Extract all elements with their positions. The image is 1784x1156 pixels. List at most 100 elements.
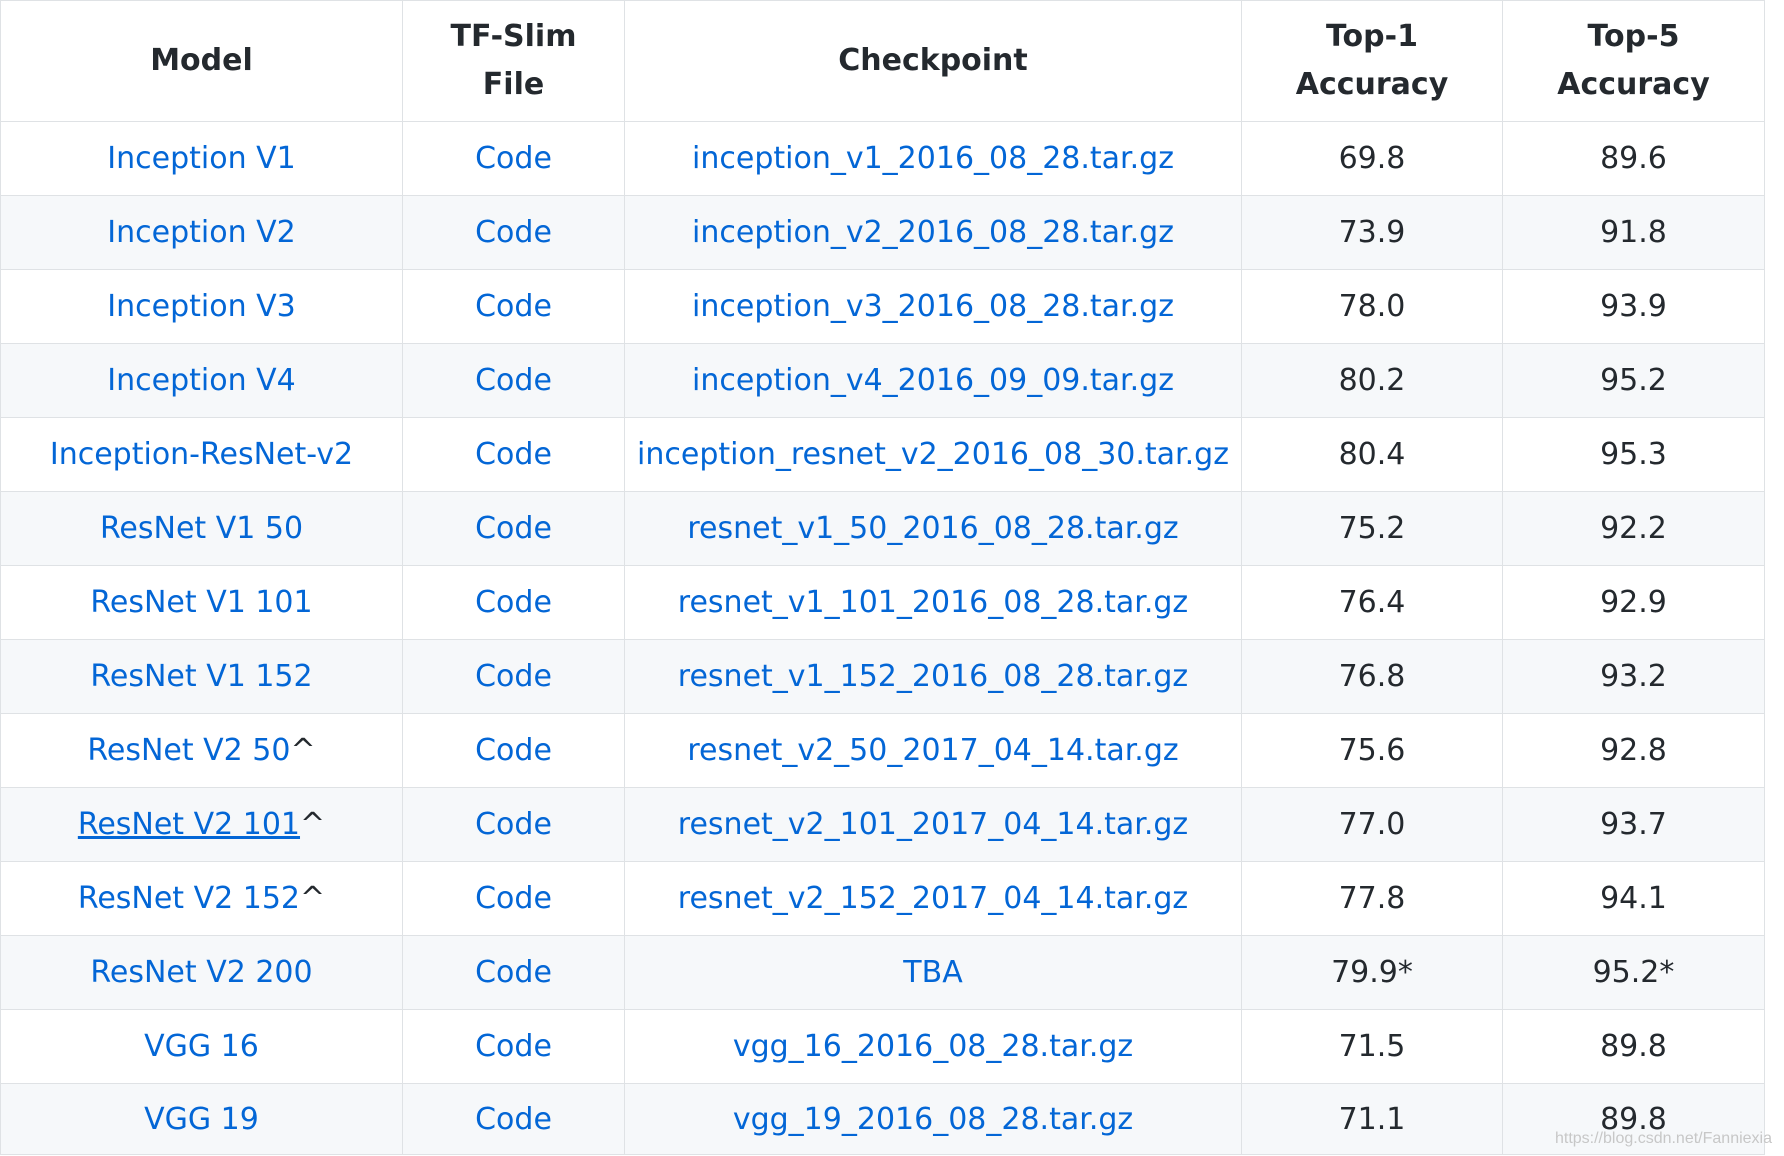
model-footnote-mark: ^: [300, 881, 326, 916]
table-row: VGG 19 Code vgg_19_2016_08_28.tar.gz 71.1 89…: [0, 1083, 1765, 1155]
model-link[interactable]: ResNet V1 101: [90, 585, 312, 620]
model-link[interactable]: ResNet V1 50: [100, 511, 303, 546]
table-row: Inception V3 Code inception_v3_2016_08_28.…: [0, 269, 1765, 344]
model-link[interactable]: ResNet V2 200: [90, 955, 312, 990]
checkpoint-link[interactable]: resnet_v1_50_2016_08_28.tar.gz: [687, 511, 1178, 546]
model-cell: Inception V3: [0, 269, 403, 344]
model-cell: ResNet V1 152: [0, 639, 403, 714]
checkpoint-link[interactable]: inception_v1_2016_08_28.tar.gz: [692, 141, 1174, 176]
code-link[interactable]: Code: [475, 1102, 552, 1137]
code-cell: Code: [402, 121, 625, 196]
code-link[interactable]: Code: [475, 215, 552, 250]
top5-accuracy-cell: 89.8: [1502, 1009, 1765, 1084]
model-cell: ResNet V2 200: [0, 935, 403, 1010]
table-row: Inception V2 Code inception_v2_2016_08_28.…: [0, 195, 1765, 270]
checkpoint-link[interactable]: resnet_v2_50_2017_04_14.tar.gz: [687, 733, 1178, 768]
checkpoint-link[interactable]: resnet_v1_152_2016_08_28.tar.gz: [678, 659, 1188, 694]
top1-accuracy-cell: 75.6: [1241, 713, 1503, 788]
model-cell: Inception V4: [0, 343, 403, 418]
watermark: https://blog.csdn.net/Fanniexia: [1554, 1130, 1772, 1147]
code-link[interactable]: Code: [475, 289, 552, 324]
model-link[interactable]: Inception V1: [107, 141, 295, 176]
top1-accuracy-cell: 71.5: [1241, 1009, 1503, 1084]
model-link[interactable]: VGG 19: [144, 1102, 259, 1137]
top5-accuracy-cell: 91.8: [1502, 195, 1765, 270]
header-top1-accuracy: Top-1 Accuracy: [1241, 0, 1503, 122]
code-cell: Code: [402, 787, 625, 862]
model-footnote-mark: ^: [290, 733, 316, 768]
code-link[interactable]: Code: [475, 363, 552, 398]
header-tfslim-file: TF-Slim File: [402, 0, 625, 122]
code-link[interactable]: Code: [475, 807, 552, 842]
table-row: ResNet V1 152 Code resnet_v1_152_2016_08_2…: [0, 639, 1765, 714]
checkpoint-link[interactable]: resnet_v2_101_2017_04_14.tar.gz: [678, 807, 1188, 842]
top5-accuracy-cell: 92.8: [1502, 713, 1765, 788]
top1-accuracy-cell: 76.8: [1241, 639, 1503, 714]
model-link[interactable]: ResNet V2 50: [87, 733, 290, 768]
top5-accuracy-cell: 92.9: [1502, 565, 1765, 640]
table-row: ResNet V2 152^ Code resnet_v2_152_2017_04_…: [0, 861, 1765, 936]
model-cell: ResNet V1 50: [0, 491, 403, 566]
checkpoint-link[interactable]: inception_v2_2016_08_28.tar.gz: [692, 215, 1174, 250]
model-cell: VGG 16: [0, 1009, 403, 1084]
top5-accuracy-cell: 95.2*: [1502, 935, 1765, 1010]
models-table: Model TF-Slim File Checkpoint Top-1 Accu…: [0, 0, 1765, 1155]
code-link[interactable]: Code: [475, 141, 552, 176]
code-cell: Code: [402, 639, 625, 714]
checkpoint-link[interactable]: resnet_v2_152_2017_04_14.tar.gz: [678, 881, 1188, 916]
code-cell: Code: [402, 935, 625, 1010]
model-link[interactable]: VGG 16: [144, 1029, 259, 1064]
header-top5-line-2: Accuracy: [1557, 67, 1710, 102]
top5-accuracy-cell: 93.9: [1502, 269, 1765, 344]
checkpoint-link[interactable]: vgg_19_2016_08_28.tar.gz: [733, 1102, 1133, 1137]
model-cell: ResNet V1 101: [0, 565, 403, 640]
code-cell: Code: [402, 861, 625, 936]
code-link[interactable]: Code: [475, 437, 552, 472]
model-cell: Inception-ResNet-v2: [0, 417, 403, 492]
top5-accuracy-cell: 95.3: [1502, 417, 1765, 492]
model-link[interactable]: Inception V4: [107, 363, 295, 398]
code-link[interactable]: Code: [475, 511, 552, 546]
header-top1-line-2: Accuracy: [1295, 67, 1449, 102]
checkpoint-link[interactable]: TBA: [903, 955, 962, 990]
code-link[interactable]: Code: [475, 881, 552, 916]
model-link[interactable]: Inception V3: [107, 289, 295, 324]
checkpoint-link[interactable]: vgg_16_2016_08_28.tar.gz: [733, 1029, 1133, 1064]
model-cell: VGG 19: [0, 1083, 403, 1155]
checkpoint-cell: inception_v2_2016_08_28.tar.gz: [624, 195, 1242, 270]
checkpoint-link[interactable]: resnet_v1_101_2016_08_28.tar.gz: [678, 585, 1188, 620]
code-cell: Code: [402, 491, 625, 566]
checkpoint-link[interactable]: inception_v4_2016_09_09.tar.gz: [692, 363, 1174, 398]
code-link[interactable]: Code: [475, 659, 552, 694]
table-row: ResNet V1 50 Code resnet_v1_50_2016_08_28.…: [0, 491, 1765, 566]
model-link[interactable]: ResNet V2 152: [78, 881, 300, 916]
header-checkpoint: Checkpoint: [624, 0, 1242, 122]
checkpoint-cell: inception_v1_2016_08_28.tar.gz: [624, 121, 1242, 196]
model-cell: Inception V1: [0, 121, 403, 196]
table-row: ResNet V2 200 Code TBA 79.9* 95.2*: [0, 935, 1765, 1010]
header-model: Model: [0, 0, 403, 122]
code-cell: Code: [402, 417, 625, 492]
top1-accuracy-cell: 73.9: [1241, 195, 1503, 270]
checkpoint-cell: resnet_v2_152_2017_04_14.tar.gz: [624, 861, 1242, 936]
model-link[interactable]: Inception V2: [107, 215, 295, 250]
top1-accuracy-cell: 77.0: [1241, 787, 1503, 862]
checkpoint-cell: vgg_19_2016_08_28.tar.gz: [624, 1083, 1242, 1155]
code-link[interactable]: Code: [475, 585, 552, 620]
header-tfslim-line-2: File: [482, 67, 545, 102]
checkpoint-link[interactable]: inception_resnet_v2_2016_08_30.tar.gz: [637, 437, 1229, 472]
model-link[interactable]: ResNet V2 101: [78, 807, 300, 842]
model-link[interactable]: Inception-ResNet-v2: [50, 437, 353, 472]
model-link[interactable]: ResNet V1 152: [90, 659, 312, 694]
header-top5-accuracy: Top-5 Accuracy: [1502, 0, 1765, 122]
header-tfslim-line-1: TF-Slim: [450, 19, 577, 54]
header-top1-line-1: Top-1: [1326, 19, 1418, 54]
checkpoint-cell: inception_v4_2016_09_09.tar.gz: [624, 343, 1242, 418]
top5-accuracy-cell: 95.2: [1502, 343, 1765, 418]
table-row: Inception V4 Code inception_v4_2016_09_09.…: [0, 343, 1765, 418]
code-link[interactable]: Code: [475, 955, 552, 990]
code-link[interactable]: Code: [475, 733, 552, 768]
checkpoint-link[interactable]: inception_v3_2016_08_28.tar.gz: [692, 289, 1174, 324]
top1-accuracy-cell: 71.1: [1241, 1083, 1503, 1155]
code-link[interactable]: Code: [475, 1029, 552, 1064]
